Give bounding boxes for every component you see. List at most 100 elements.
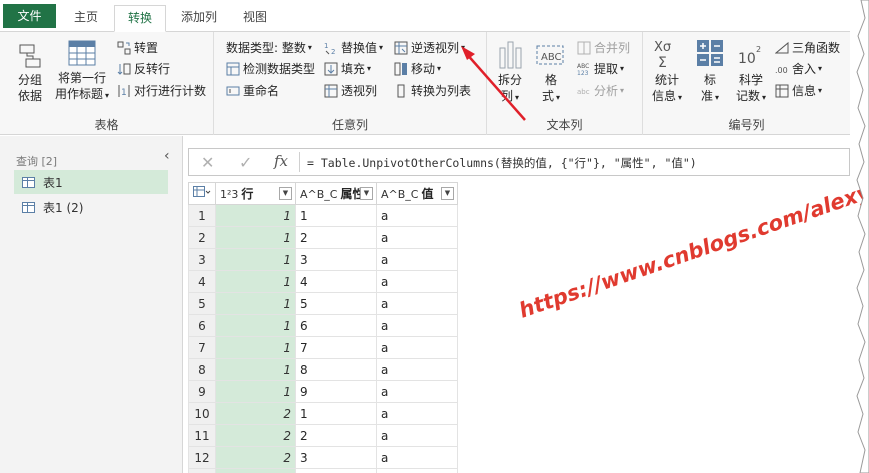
cell-row[interactable]: 1 (215, 204, 296, 227)
row-number[interactable]: 6 (188, 314, 216, 337)
cell-value[interactable]: a (376, 314, 458, 337)
cell-row[interactable]: 2 (215, 402, 296, 425)
cell-value[interactable]: a (376, 204, 458, 227)
information-button[interactable]: 信息 ▾ (775, 82, 822, 99)
cell-value[interactable]: a (376, 424, 458, 447)
cell-attribute[interactable]: 6 (295, 314, 377, 337)
column-header[interactable]: 1²3 行 ▼ (215, 182, 296, 205)
formula-input[interactable]: = Table.UnpivotOtherColumns(替换的值, {"行"},… (307, 155, 697, 171)
row-number[interactable]: 1 (188, 204, 216, 227)
row-number[interactable]: 5 (188, 292, 216, 315)
cell-row[interactable]: 1 (215, 336, 296, 359)
cell-row[interactable]: 1 (215, 270, 296, 293)
extract-button[interactable]: ABC 123 提取 ▾ (577, 60, 624, 77)
cell-attribute[interactable]: 2 (295, 226, 377, 249)
whole-number-type-icon[interactable]: 1²3 (220, 188, 238, 201)
row-number[interactable]: 9 (188, 380, 216, 403)
cell-row[interactable]: 2 (215, 468, 296, 473)
standard-button[interactable]: 标 准 ▾ (693, 38, 727, 106)
row-number[interactable]: 8 (188, 358, 216, 381)
cell-row[interactable]: 1 (215, 380, 296, 403)
row-number[interactable]: 4 (188, 270, 216, 293)
table-row[interactable]: 414a (188, 270, 458, 293)
cell-value[interactable]: a (376, 226, 458, 249)
cell-value[interactable]: a (376, 380, 458, 403)
column-header[interactable]: A^B_C 值 ▼ (376, 182, 458, 205)
column-filter-icon[interactable]: ▼ (279, 187, 292, 200)
tab-add-column[interactable]: 添加列 (170, 5, 228, 32)
cell-attribute[interactable]: 8 (295, 358, 377, 381)
tab-transform[interactable]: 转换 (114, 5, 166, 32)
column-filter-icon[interactable]: ▼ (441, 187, 454, 200)
table-row[interactable]: 818a (188, 358, 458, 381)
cell-row[interactable]: 1 (215, 248, 296, 271)
cell-row[interactable]: 2 (215, 424, 296, 447)
cell-value[interactable]: a (376, 248, 458, 271)
table-row[interactable]: 212a (188, 226, 458, 249)
pivot-column-button[interactable]: 透视列 (324, 82, 377, 99)
table-row[interactable]: 1324a (188, 468, 458, 473)
cell-value[interactable]: a (376, 336, 458, 359)
parse-button[interactable]: abc 分析 ▾ (577, 82, 624, 99)
reverse-rows-button[interactable]: 反转行 (117, 60, 170, 77)
table-row[interactable]: 919a (188, 380, 458, 403)
cancel-formula-icon[interactable]: ✕ (201, 153, 214, 172)
rounding-button[interactable]: .00 舍入 ▾ (775, 60, 822, 77)
table-row[interactable]: 313a (188, 248, 458, 271)
text-type-icon[interactable]: A^B_C (300, 188, 337, 201)
cell-attribute[interactable]: 2 (295, 424, 377, 447)
merge-columns-button[interactable]: 合并列 (577, 39, 630, 56)
column-filter-icon[interactable]: ▼ (360, 187, 373, 200)
tab-file[interactable]: 文件 (3, 4, 56, 28)
row-number[interactable]: 7 (188, 336, 216, 359)
row-number[interactable]: 13 (188, 468, 216, 473)
row-number[interactable]: 2 (188, 226, 216, 249)
format-button[interactable]: ABC 格 式 ▾ (533, 40, 569, 106)
confirm-formula-icon[interactable]: ✓ (239, 153, 252, 172)
row-number[interactable]: 10 (188, 402, 216, 425)
rename-button[interactable]: 重命名 (226, 82, 279, 99)
cell-value[interactable]: a (376, 468, 458, 473)
move-button[interactable]: 移动 ▾ (394, 60, 441, 77)
trigonometry-button[interactable]: 三角函数 (774, 39, 840, 56)
statistics-button[interactable]: Xσ Σ 统计 信息 ▾ (647, 38, 687, 106)
cell-attribute[interactable]: 3 (295, 248, 377, 271)
cell-row[interactable]: 1 (215, 314, 296, 337)
table-row[interactable]: 10 2 1 a (188, 402, 458, 425)
group-by-button[interactable]: 分组 依据 (10, 42, 50, 104)
tab-view[interactable]: 视图 (232, 5, 278, 32)
collapse-pane-icon[interactable]: ‹ (164, 148, 170, 164)
cell-attribute[interactable]: 1 (295, 204, 377, 227)
tab-home[interactable]: 主页 (60, 5, 112, 32)
column-header[interactable]: A^B_C 属性 ▼ (295, 182, 377, 205)
fill-button[interactable]: 填充 ▾ (324, 60, 371, 77)
table-row[interactable]: 717a (188, 336, 458, 359)
row-number[interactable]: 11 (188, 424, 216, 447)
cell-value[interactable]: a (376, 292, 458, 315)
cell-attribute[interactable]: 3 (295, 446, 377, 469)
count-rows-button[interactable]: 1 对行进行计数 (117, 82, 206, 99)
cell-attribute[interactable]: 9 (295, 380, 377, 403)
text-type-icon[interactable]: A^B_C (381, 188, 418, 201)
cell-value[interactable]: a (376, 402, 458, 425)
cell-row[interactable]: 2 (215, 446, 296, 469)
cell-attribute[interactable]: 4 (295, 468, 377, 473)
function-icon[interactable]: fx (274, 152, 288, 170)
table-menu-button[interactable] (188, 182, 216, 205)
table-row[interactable]: 12 2 3 a (188, 446, 458, 469)
replace-values-button[interactable]: 12 替换值 ▾ (324, 39, 383, 56)
cell-value[interactable]: a (376, 270, 458, 293)
cell-attribute[interactable]: 1 (295, 402, 377, 425)
use-first-row-as-headers-button[interactable]: 将第一行 用作标题 ▾ (52, 38, 112, 104)
detect-data-type-button[interactable]: 检测数据类型 (226, 60, 315, 77)
cell-attribute[interactable]: 4 (295, 270, 377, 293)
transpose-button[interactable]: 转置 (117, 39, 158, 56)
query-item[interactable]: 表1 (2) (14, 195, 168, 219)
cell-row[interactable]: 1 (215, 226, 296, 249)
cell-value[interactable]: a (376, 446, 458, 469)
cell-attribute[interactable]: 7 (295, 336, 377, 359)
table-row[interactable]: 11 2 2 a (188, 424, 458, 447)
cell-value[interactable]: a (376, 358, 458, 381)
table-row[interactable]: 616a (188, 314, 458, 337)
row-number[interactable]: 3 (188, 248, 216, 271)
